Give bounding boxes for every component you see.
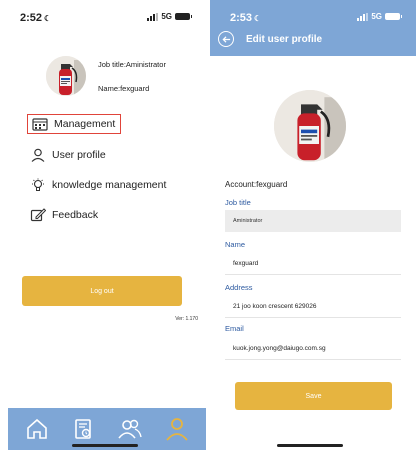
job-title-field[interactable] [225, 210, 401, 232]
status-time: 2:53 ☾ [230, 12, 262, 24]
tab-profile[interactable] [163, 415, 191, 443]
menu-label: Feedback [52, 209, 99, 221]
signal-icon [357, 12, 369, 21]
avatar[interactable] [274, 90, 346, 162]
menu-item-feedback[interactable]: Feedback [30, 208, 98, 222]
profile-icon [166, 418, 188, 441]
job-title-label: Job title [225, 198, 251, 207]
address-label: Address [225, 283, 253, 292]
signal-icon [147, 12, 159, 21]
name-text: Name:fexguard [98, 84, 150, 93]
network-label: 5G [161, 12, 172, 21]
status-time: 2:52 ☾ [20, 12, 52, 24]
home-icon [27, 418, 48, 439]
menu-label: Management [54, 118, 116, 130]
version-text: Ver: 1.170 [175, 316, 198, 322]
home-screen: 2:52 ☾ 5G Job title:Aministrator Name:fex… [0, 0, 206, 450]
email-field[interactable] [225, 338, 401, 360]
network-label: 5G [371, 12, 382, 21]
home-indicator [72, 444, 138, 447]
lightbulb-icon [30, 178, 46, 192]
edit-icon [30, 208, 47, 222]
status-bar: 2:52 ☾ 5G [0, 0, 206, 36]
account-text: Account:fexguard [225, 180, 288, 189]
email-label: Email [225, 324, 244, 333]
name-field[interactable] [225, 253, 401, 275]
name-label: Name [225, 240, 246, 249]
edit-profile-screen: 2:53 ☾ 5G Edit user profile Account:fexgu… [210, 0, 416, 450]
home-indicator [277, 444, 343, 447]
menu-item-user-profile[interactable]: User profile [30, 148, 106, 162]
fire-extinguisher-photo [46, 56, 86, 96]
user-icon [30, 148, 46, 162]
job-title-text: Job title:Aministrator [98, 60, 166, 69]
menu-label: knowledge management [52, 179, 167, 191]
tab-users[interactable] [116, 415, 144, 443]
fire-extinguisher-photo [274, 90, 346, 162]
users-icon [118, 419, 142, 439]
app-bar: 2:53 ☾ 5G Edit user profile [210, 0, 416, 56]
avatar [46, 56, 86, 96]
arrow-left-icon [221, 35, 230, 43]
tab-home[interactable] [23, 415, 51, 443]
logout-button[interactable]: Log out [22, 276, 182, 306]
tab-report[interactable] [70, 415, 98, 443]
moon-icon: ☾ [44, 14, 52, 23]
battery-icon [175, 13, 192, 20]
menu-item-management[interactable]: Management [27, 114, 121, 134]
status-signal: 5G [357, 12, 402, 21]
status-signal: 5G [147, 12, 192, 21]
calendar-grid-icon [32, 117, 48, 131]
menu-label: User profile [52, 149, 106, 161]
report-icon [74, 419, 91, 439]
save-button[interactable]: Save [235, 382, 392, 410]
page-title: Edit user profile [246, 34, 323, 45]
menu-item-knowledge-management[interactable]: knowledge management [30, 178, 166, 192]
status-bar: 2:53 ☾ 5G [210, 0, 416, 36]
address-field[interactable] [225, 296, 401, 318]
moon-icon: ☾ [254, 14, 262, 23]
back-button[interactable] [218, 31, 234, 47]
battery-icon [385, 13, 402, 20]
